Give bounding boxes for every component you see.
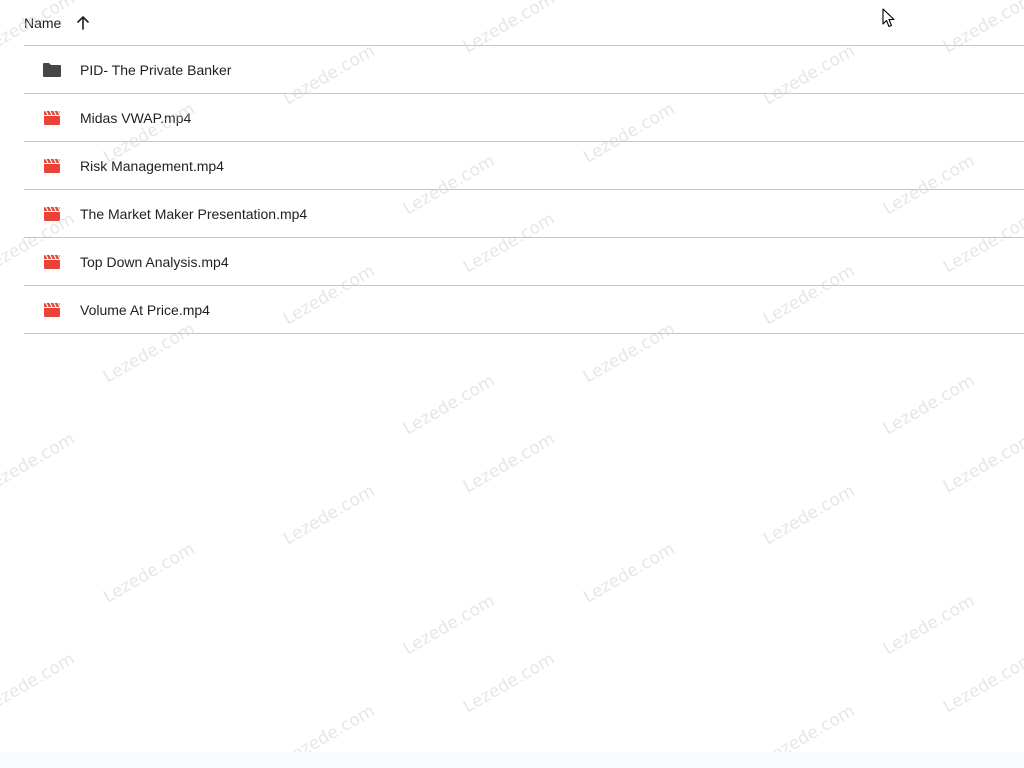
watermark-text: Lezede.com — [940, 429, 1024, 498]
folder-icon — [43, 62, 61, 77]
file-name: Top Down Analysis.mp4 — [80, 253, 229, 270]
file-name: Midas VWAP.mp4 — [80, 109, 192, 126]
file-name: Risk Management.mp4 — [80, 157, 224, 174]
file-name: PID- The Private Banker — [80, 61, 232, 78]
file-name: Volume At Price.mp4 — [80, 301, 210, 318]
watermark-text: Lezede.com — [880, 591, 979, 660]
watermark-text: Lezede.com — [400, 371, 499, 440]
watermark-text: Lezede.com — [940, 649, 1024, 718]
file-name: The Market Maker Presentation.mp4 — [80, 205, 308, 222]
watermark-text: Lezede.com — [400, 591, 499, 660]
video-icon — [44, 158, 60, 173]
watermark-text: Lezede.com — [100, 539, 199, 608]
video-icon — [44, 254, 60, 269]
watermark-text: Lezede.com — [280, 481, 379, 550]
file-list: Name PID- The Private Banker Midas VWAP.… — [24, 0, 1024, 334]
watermark-text: Lezede.com — [0, 429, 79, 498]
sort-ascending-button[interactable] — [69, 9, 97, 37]
watermark-text: Lezede.com — [760, 481, 859, 550]
list-header: Name — [24, 0, 1024, 46]
video-icon — [44, 206, 60, 221]
video-icon — [44, 110, 60, 125]
name-column-header[interactable]: Name — [24, 15, 61, 31]
drive-file-list-page: Name PID- The Private Banker Midas VWAP.… — [0, 0, 1024, 768]
list-item[interactable]: The Market Maker Presentation.mp4 — [24, 190, 1024, 238]
list-item[interactable]: Midas VWAP.mp4 — [24, 94, 1024, 142]
list-item[interactable]: Top Down Analysis.mp4 — [24, 238, 1024, 286]
list-item[interactable]: Risk Management.mp4 — [24, 142, 1024, 190]
mouse-pointer-icon — [882, 8, 896, 33]
watermark-text: Lezede.com — [460, 429, 559, 498]
watermark-text: Lezede.com — [0, 649, 79, 718]
watermark-text: Lezede.com — [580, 539, 679, 608]
arrow-up-icon — [77, 15, 90, 30]
watermark-text: Lezede.com — [460, 649, 559, 718]
watermark-text: Lezede.com — [880, 371, 979, 440]
list-item[interactable]: Volume At Price.mp4 — [24, 286, 1024, 334]
video-icon — [44, 302, 60, 317]
list-item[interactable]: PID- The Private Banker — [24, 46, 1024, 94]
bottom-strip — [0, 752, 1024, 768]
